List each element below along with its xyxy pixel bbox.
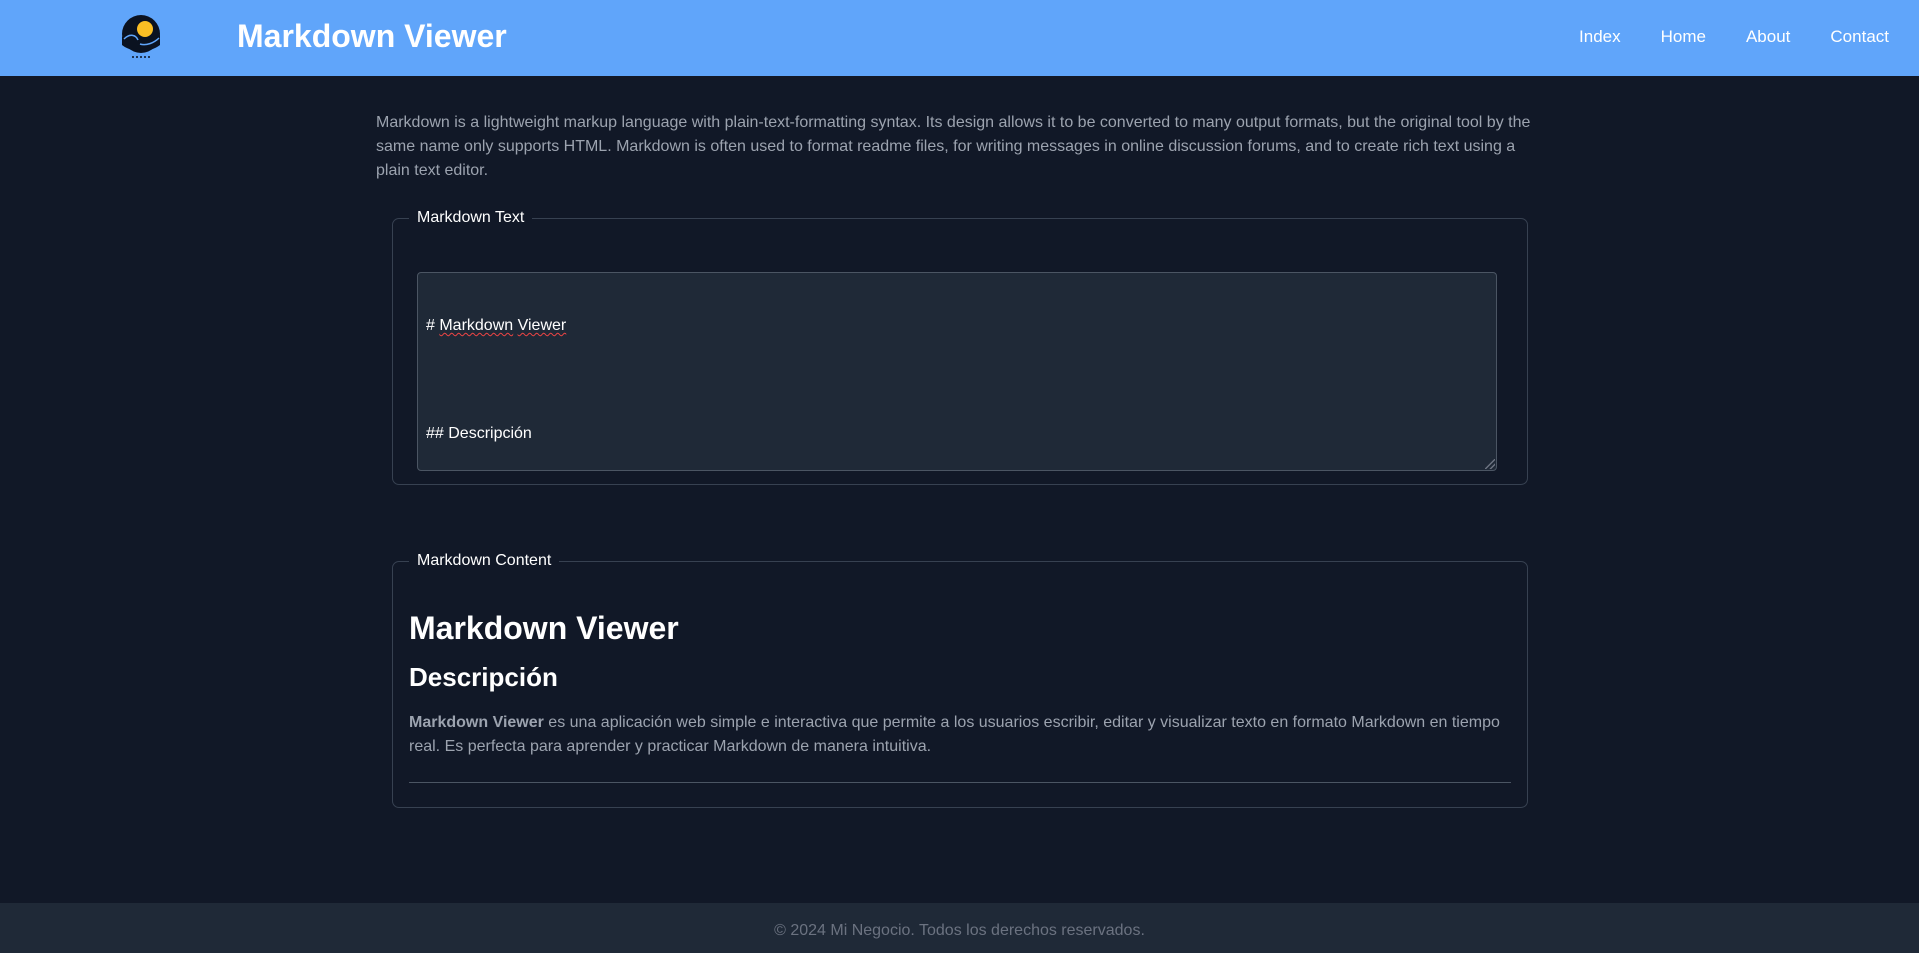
- preview-heading-2: Descripción: [409, 662, 558, 692]
- markdown-content-panel: Markdown Content Markdown Viewer Descrip…: [392, 552, 1528, 808]
- intro-text: Markdown is a lightweight markup languag…: [376, 114, 1531, 179]
- markdown-editor-textarea[interactable]: # Markdown Viewer ## Descripción **Markd…: [417, 272, 1497, 471]
- preview-paragraph-text: es una aplicación web simple e interacti…: [409, 714, 1500, 755]
- preview-horizontal-rule: [409, 782, 1511, 783]
- editor-line: # Markdown Viewer: [426, 317, 567, 334]
- footer-copyright: © 2024 Mi Negocio. Todos los derechos re…: [774, 922, 1145, 939]
- textarea-resize-handle[interactable]: [1485, 459, 1495, 469]
- main-nav: Index Home About Contact: [1539, 27, 1889, 47]
- preview-paragraph: Markdown Viewer es una aplicación web si…: [409, 711, 1509, 759]
- site-footer: © 2024 Mi Negocio. Todos los derechos re…: [0, 903, 1919, 953]
- nav-link-index[interactable]: Index: [1579, 27, 1621, 47]
- nav-link-about[interactable]: About: [1746, 27, 1790, 47]
- editor-blank-line: [426, 371, 1488, 389]
- preview-heading-1: Markdown Viewer: [409, 610, 679, 646]
- markdown-text-panel: Markdown Text # Markdown Viewer ## Descr…: [392, 209, 1528, 485]
- app-title: Markdown Viewer: [237, 18, 507, 54]
- nav-link-home[interactable]: Home: [1661, 27, 1706, 47]
- nav-link-contact[interactable]: Contact: [1830, 27, 1889, 47]
- markdown-text-legend: Markdown Text: [417, 209, 525, 226]
- editor-line: ## Descripción: [426, 425, 532, 442]
- wave-sun-logo-icon[interactable]: [114, 13, 168, 63]
- site-header: Markdown Viewer Index Home About Contact: [0, 0, 1919, 76]
- markdown-content-legend: Markdown Content: [417, 552, 552, 569]
- preview-bold-text: Markdown Viewer: [409, 714, 544, 731]
